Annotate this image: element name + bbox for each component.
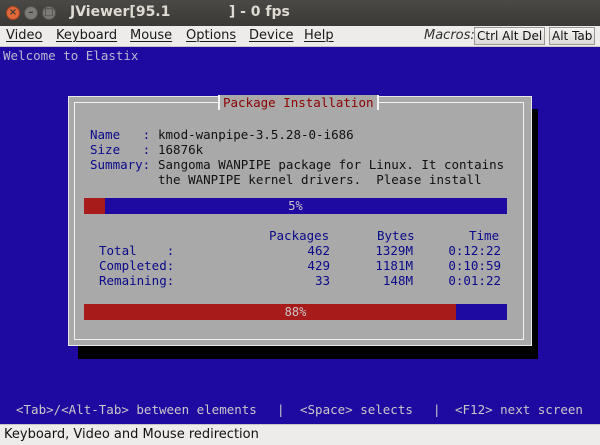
summary-line-1: Sangoma WANPIPE package for Linux. It co… [158,157,505,172]
hint-separator: | [277,402,285,417]
statusbar: Keyboard, Video and Mouse redirection [0,424,600,445]
macros-label: Macros: [424,28,475,43]
name-label: Name : [90,127,151,142]
status-text: Keyboard, Video and Mouse redirection [4,427,259,442]
stats-cell-bytes: 1329M [375,243,413,258]
alt-tab-button[interactable]: Alt Tab [549,27,596,45]
hint-separator: | [433,402,441,417]
package-installation-dialog: Package Installation Name : kmod-wanpipe… [68,95,532,346]
package-progress-label: 5% [288,199,303,213]
stats-header-time: Time [469,228,500,243]
stats-row-label: Remaining: [99,273,175,288]
stats-cell-bytes: 148M [382,273,413,288]
menu-help[interactable]: Help [304,28,334,43]
summary-line-2: the WANPIPE kernel drivers. Please insta… [158,172,482,187]
dialog-title: Package Installation [218,95,379,110]
menu-device[interactable]: Device [249,28,293,43]
package-progress-bar: 5% [84,198,507,214]
maximize-icon: □ [44,7,54,18]
stats-cell-time: 0:01:22 [448,273,501,288]
menu-video[interactable]: Video [6,28,42,43]
menu-keyboard[interactable]: Keyboard [56,28,117,43]
hint-f12: <F12> next screen [455,402,583,417]
stats-cell-bytes: 1181M [375,258,413,273]
stats-cell-packages: 462 [307,243,330,258]
stats-row-label: Total : [99,243,175,258]
menu-options[interactable]: Options [186,28,236,43]
stats-cell-packages: 33 [314,273,330,288]
close-window-button[interactable]: × [6,6,20,20]
menubar: Video Keyboard Mouse Options Device Help… [0,26,600,47]
total-progress-bar: 88% [84,304,507,320]
name-value: kmod-wanpipe-3.5.28-0-i686 [158,127,354,142]
remote-console[interactable]: Welcome to Elastix Package Installation … [0,47,600,424]
dialog-frame: Package Installation Name : kmod-wanpipe… [74,95,524,340]
window-titlebar[interactable]: × – □ JViewer[95.1 ] - 0 fps [0,0,600,26]
welcome-text: Welcome to Elastix [3,48,139,63]
size-label: Size : [90,142,151,157]
summary-label: Summary: [90,157,151,172]
menu-mouse[interactable]: Mouse [130,28,172,43]
stats-cell-time: 0:10:59 [448,258,501,273]
hint-space: <Space> selects [300,402,413,417]
size-value: 16876k [158,142,204,157]
stats-cell-packages: 429 [307,258,330,273]
ctrl-alt-del-button[interactable]: Ctrl Alt Del [474,27,546,45]
minimize-icon: – [28,7,34,18]
hint-tab: <Tab>/<Alt-Tab> between elements [16,402,257,417]
total-progress-label: 88% [284,305,307,319]
stats-row-label: Completed: [99,258,175,273]
stats-header-bytes: Bytes [377,228,415,243]
stats-header-packages: Packages [269,228,330,243]
window-title: JViewer[95.1 ] - 0 fps [70,4,290,20]
maximize-window-button[interactable]: □ [42,6,56,20]
minimize-window-button[interactable]: – [24,6,38,20]
stats-cell-time: 0:12:22 [448,243,501,258]
close-icon: × [8,7,18,18]
